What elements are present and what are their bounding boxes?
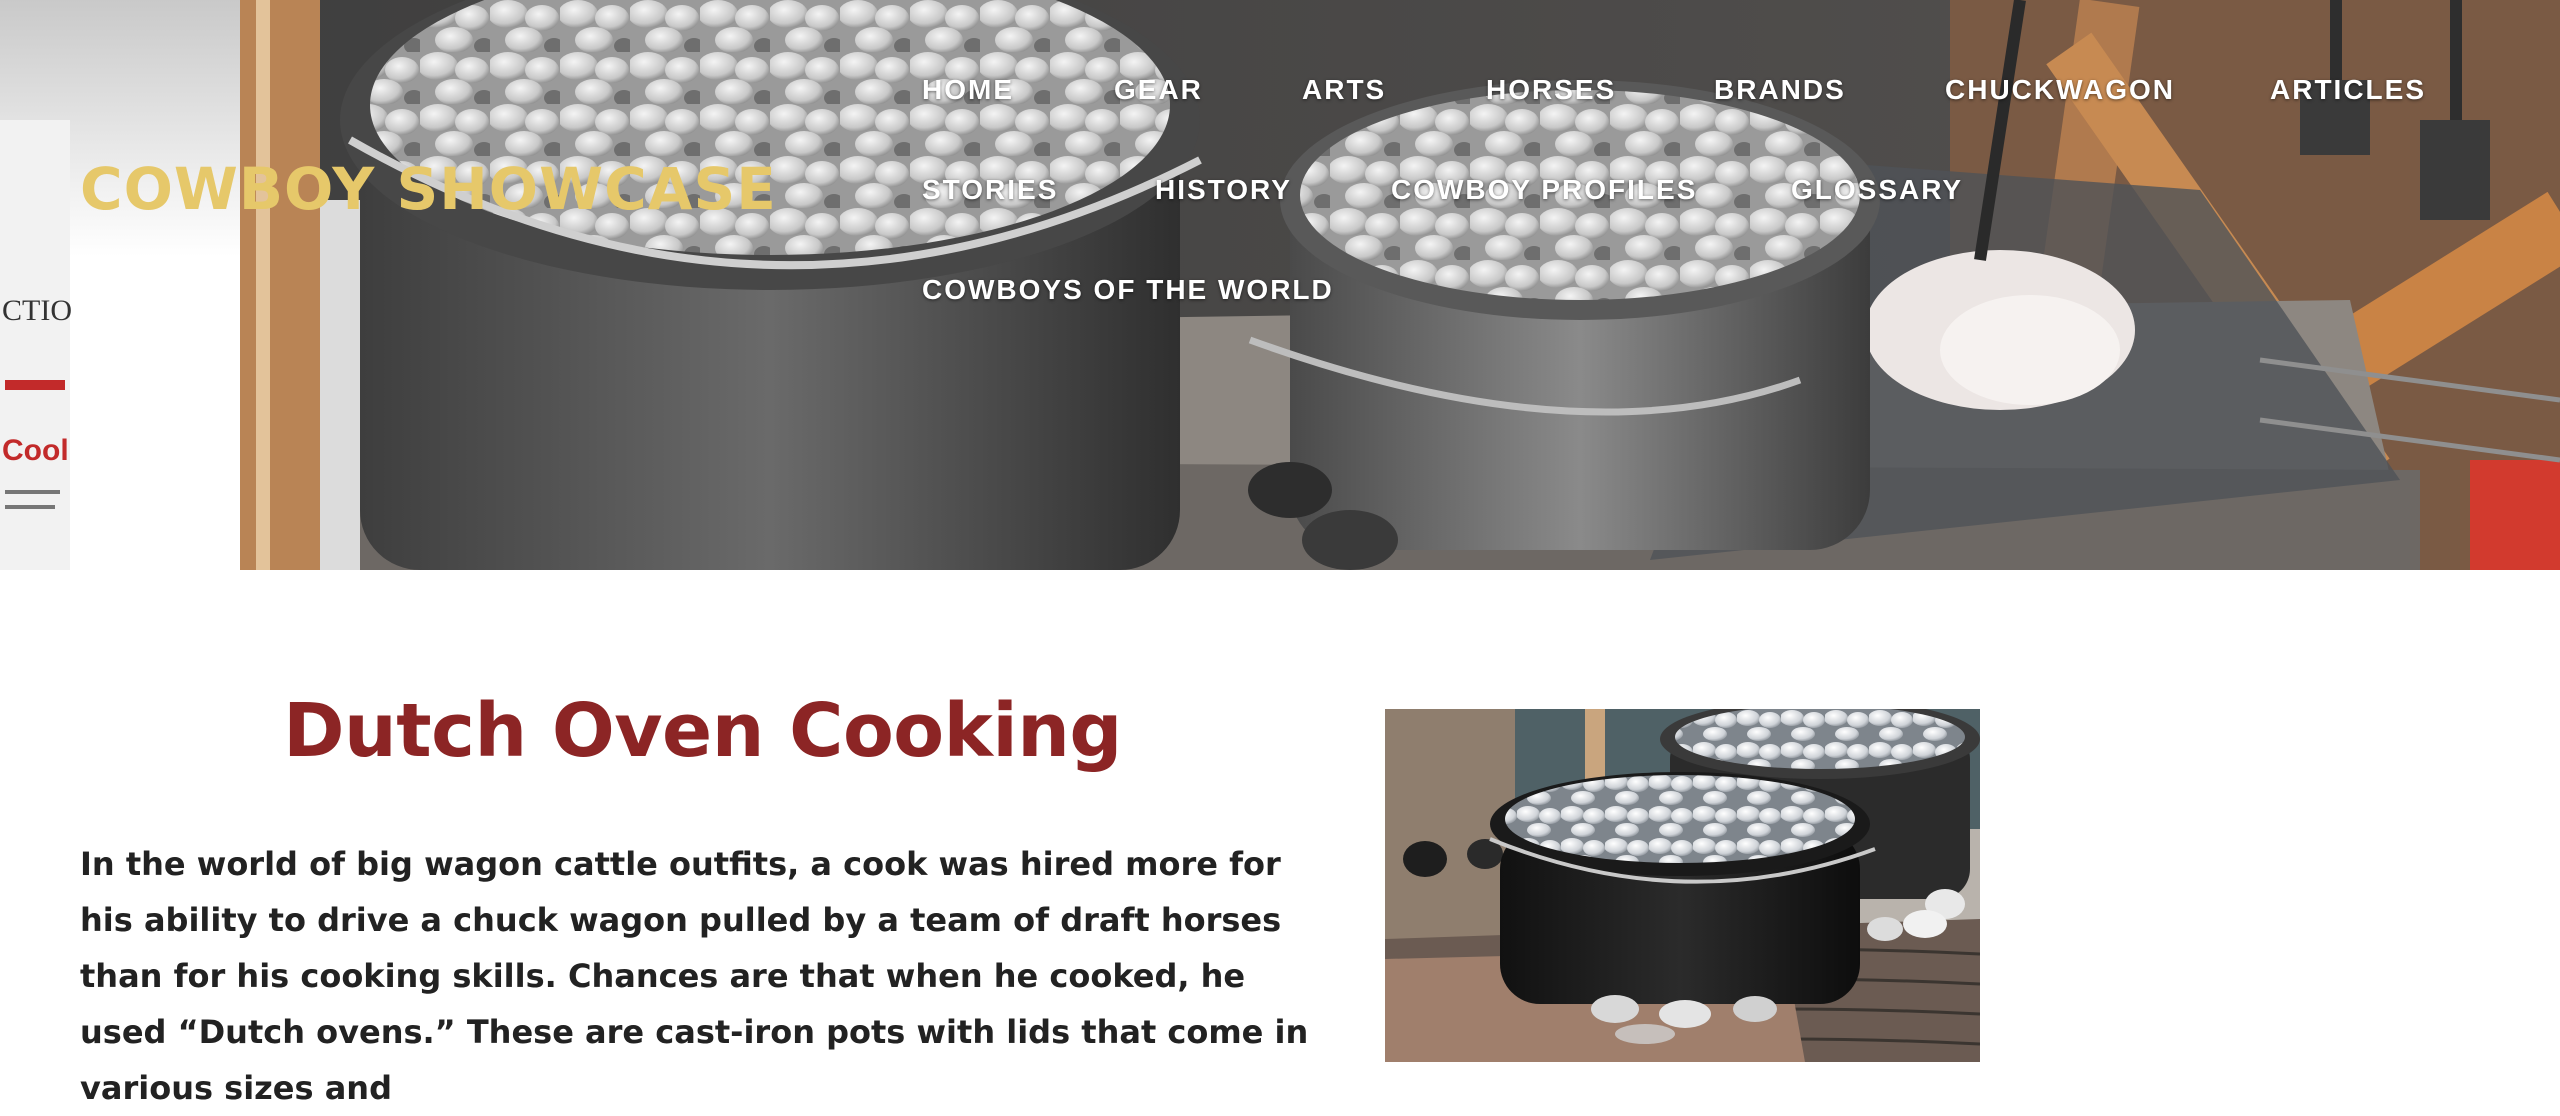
nav-chuckwagon[interactable]: CHUCKWAGON xyxy=(1945,76,2175,104)
main-navigation: HOME GEAR ARTS HORSES BRANDS CHUCKWAGON … xyxy=(0,0,2560,330)
nav-brands[interactable]: BRANDS xyxy=(1714,76,1846,104)
nav-home[interactable]: HOME xyxy=(922,76,1014,104)
nav-articles[interactable]: ARTICLES xyxy=(2270,76,2426,104)
nav-cowboy-profiles[interactable]: COWBOY PROFILES xyxy=(1391,176,1697,204)
hero-banner: CTIO Cool COWBOY SHOWCASE HOME GEAR ARTS… xyxy=(0,0,2560,570)
nav-horses[interactable]: HORSES xyxy=(1486,76,1616,104)
svg-text:Cool: Cool xyxy=(2,434,69,467)
nav-arts[interactable]: ARTS xyxy=(1302,76,1386,104)
nav-gear[interactable]: GEAR xyxy=(1114,76,1203,104)
dutch-oven-photo xyxy=(1385,709,1980,1062)
nav-history[interactable]: HISTORY xyxy=(1155,176,1292,204)
page-title: Dutch Oven Cooking xyxy=(283,688,1122,774)
nav-cowboys-of-the-world[interactable]: COWBOYS OF THE WORLD xyxy=(922,276,1334,304)
nav-glossary[interactable]: GLOSSARY xyxy=(1791,176,1963,204)
nav-stories[interactable]: STORIES xyxy=(922,176,1058,204)
article-paragraph: In the world of big wagon cattle outfits… xyxy=(80,845,1309,1107)
